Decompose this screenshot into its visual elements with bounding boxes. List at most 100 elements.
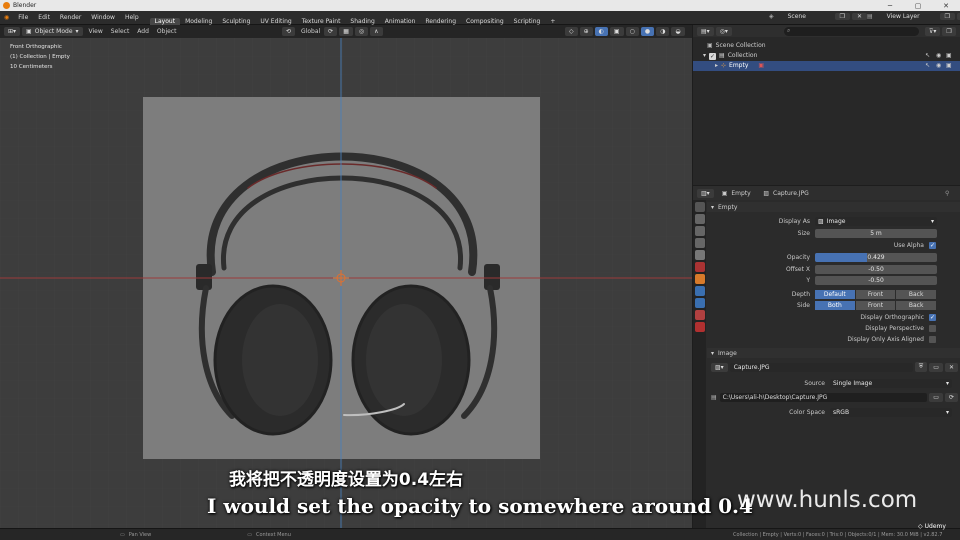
- snap-icon[interactable]: ▦: [339, 27, 353, 36]
- list-item[interactable]: ▣ Scene Collection: [693, 41, 960, 51]
- open-folder-icon[interactable]: ▭: [929, 362, 943, 372]
- menu-add[interactable]: Add: [133, 28, 153, 35]
- falloff-icon[interactable]: ∧: [370, 27, 383, 36]
- tab-compositing[interactable]: Compositing: [461, 18, 509, 25]
- tab-shading[interactable]: Shading: [345, 18, 379, 25]
- 3d-viewport[interactable]: Front Orthographic (1) Collection | Empt…: [0, 38, 692, 528]
- modifier-tab-icon[interactable]: [694, 286, 705, 296]
- solid-shading-icon[interactable]: ●: [640, 27, 655, 36]
- collection-checkbox[interactable]: ✓: [709, 52, 717, 60]
- browse-image-icon[interactable]: ▨▾: [711, 362, 728, 372]
- outliner-editor-icon[interactable]: ▤▾: [697, 26, 714, 36]
- tab-sculpting[interactable]: Sculpting: [217, 18, 255, 25]
- display-as-dropdown[interactable]: ▨ Image ▾: [815, 216, 937, 226]
- use-alpha-checkbox[interactable]: ✓: [929, 241, 936, 249]
- offset-x-field[interactable]: -0.50: [815, 264, 937, 274]
- tab-scripting[interactable]: Scripting: [509, 18, 546, 25]
- mode-selector[interactable]: ▣ Object Mode ▾: [22, 27, 83, 36]
- menu-select[interactable]: Select: [107, 28, 134, 35]
- depth-front-button[interactable]: Front: [855, 289, 896, 299]
- menu-object[interactable]: Object: [153, 28, 181, 35]
- browse-file-icon[interactable]: ▭: [929, 392, 943, 402]
- tab-texture-paint[interactable]: Texture Paint: [297, 18, 346, 25]
- scene-selector[interactable]: ◈ Scene ❐ ✕: [764, 13, 869, 20]
- view-layer-tab-icon[interactable]: [694, 238, 705, 248]
- rendered-shading-icon[interactable]: ◒: [671, 27, 685, 36]
- depth-back-button[interactable]: Back: [896, 289, 937, 299]
- image-name-field[interactable]: Capture.JPG: [729, 362, 913, 372]
- source-dropdown[interactable]: Single Image ▾: [830, 378, 952, 388]
- depth-default-button[interactable]: Default: [815, 289, 855, 299]
- menu-window[interactable]: Window: [86, 14, 120, 21]
- constraint-tab-icon[interactable]: [694, 310, 705, 320]
- object-tab-icon[interactable]: [694, 274, 705, 284]
- physics-tab-icon[interactable]: [694, 298, 705, 308]
- menu-render[interactable]: Render: [55, 14, 86, 21]
- world-tab-icon[interactable]: [694, 262, 705, 272]
- image-panel-header[interactable]: ▾ Image: [707, 348, 960, 358]
- menu-view[interactable]: View: [85, 28, 107, 35]
- display-mode-icon[interactable]: ◎▾: [715, 26, 732, 36]
- close-button[interactable]: ✕: [932, 0, 960, 11]
- side-back-button[interactable]: Back: [896, 300, 937, 310]
- side-both-button[interactable]: Both: [815, 300, 855, 310]
- tool-tab-icon[interactable]: [694, 202, 705, 212]
- tab-modeling[interactable]: Modeling: [180, 18, 217, 25]
- side-front-button[interactable]: Front: [855, 300, 896, 310]
- transform-orientation[interactable]: ⟲ Global ⟳ ▦ ◎ ∧: [282, 27, 385, 36]
- new-view-layer-icon[interactable]: ❐: [939, 13, 956, 20]
- render-tab-icon[interactable]: [694, 214, 705, 224]
- list-item[interactable]: ▸ ⊹ Empty ▣ ↖ ◉ ▣: [693, 61, 960, 71]
- tab-animation[interactable]: Animation: [380, 18, 421, 25]
- scene-tab-icon[interactable]: [694, 250, 705, 260]
- editor-type-icon[interactable]: ⊞▾: [4, 27, 21, 36]
- menu-help[interactable]: Help: [120, 14, 144, 21]
- pivot-icon[interactable]: ⟳: [324, 27, 338, 36]
- view-layer-selector[interactable]: ▤ View Layer ❐ ✕: [862, 13, 960, 20]
- blender-menu-icon[interactable]: ◉: [0, 14, 13, 21]
- eye-icon[interactable]: ◉: [936, 51, 941, 61]
- pin-icon[interactable]: ⚲: [945, 190, 949, 197]
- eye-icon[interactable]: ◉: [936, 61, 941, 71]
- unlink-icon[interactable]: ✕: [944, 362, 958, 372]
- new-scene-icon[interactable]: ❐: [834, 13, 851, 20]
- minimize-button[interactable]: ─: [876, 0, 904, 11]
- gizmo-icon[interactable]: ⊕: [579, 27, 593, 36]
- menu-edit[interactable]: Edit: [33, 14, 55, 21]
- expand-toggle-icon[interactable]: ▸: [715, 61, 718, 71]
- select-arrow-icon[interactable]: ↖: [925, 51, 930, 61]
- fake-user-icon[interactable]: ⛨: [914, 362, 928, 372]
- empty-panel-header[interactable]: ▾ Empty: [707, 202, 960, 212]
- overlay-icon[interactable]: ◐: [594, 27, 608, 36]
- tab-rendering[interactable]: Rendering: [420, 18, 461, 25]
- xray-icon[interactable]: ▣: [609, 27, 624, 36]
- tab-layout[interactable]: Layout: [149, 17, 181, 25]
- display-ortho-checkbox[interactable]: ✓: [929, 313, 936, 321]
- add-workspace-icon[interactable]: +: [545, 18, 560, 25]
- display-persp-checkbox[interactable]: [929, 324, 936, 332]
- opacity-slider[interactable]: 0.429: [815, 252, 937, 262]
- output-tab-icon[interactable]: [694, 226, 705, 236]
- display-axis-checkbox[interactable]: [929, 335, 936, 343]
- visibility-icon[interactable]: ◇: [565, 27, 578, 36]
- filepath-field[interactable]: C:\Users\ali-h\Desktop\Capture.JPG: [719, 392, 928, 402]
- size-field[interactable]: 5 m: [815, 228, 937, 238]
- camera-icon[interactable]: ▣: [946, 61, 952, 71]
- tab-uv-editing[interactable]: UV Editing: [255, 18, 296, 25]
- menu-file[interactable]: File: [13, 14, 33, 21]
- select-arrow-icon[interactable]: ↖: [925, 61, 930, 71]
- wireframe-shading-icon[interactable]: ○: [625, 27, 639, 36]
- offset-y-field[interactable]: -0.50: [815, 275, 937, 285]
- data-tab-icon[interactable]: [694, 322, 705, 332]
- reload-icon[interactable]: ⟳: [944, 392, 958, 402]
- outliner-search-input[interactable]: ⌕: [783, 26, 919, 36]
- color-space-dropdown[interactable]: sRGB ▾: [830, 407, 952, 417]
- camera-icon[interactable]: ▣: [946, 51, 952, 61]
- expand-toggle-icon[interactable]: ▾: [703, 51, 706, 61]
- material-shading-icon[interactable]: ◑: [656, 27, 670, 36]
- list-item[interactable]: ▾ ✓ ▤ Collection ↖ ◉ ▣: [693, 51, 960, 61]
- filter-icon[interactable]: ⊽▾: [924, 26, 941, 36]
- maximize-button[interactable]: ▢: [904, 0, 932, 11]
- proportional-icon[interactable]: ◎: [354, 27, 369, 36]
- new-collection-icon[interactable]: ❐: [942, 26, 956, 36]
